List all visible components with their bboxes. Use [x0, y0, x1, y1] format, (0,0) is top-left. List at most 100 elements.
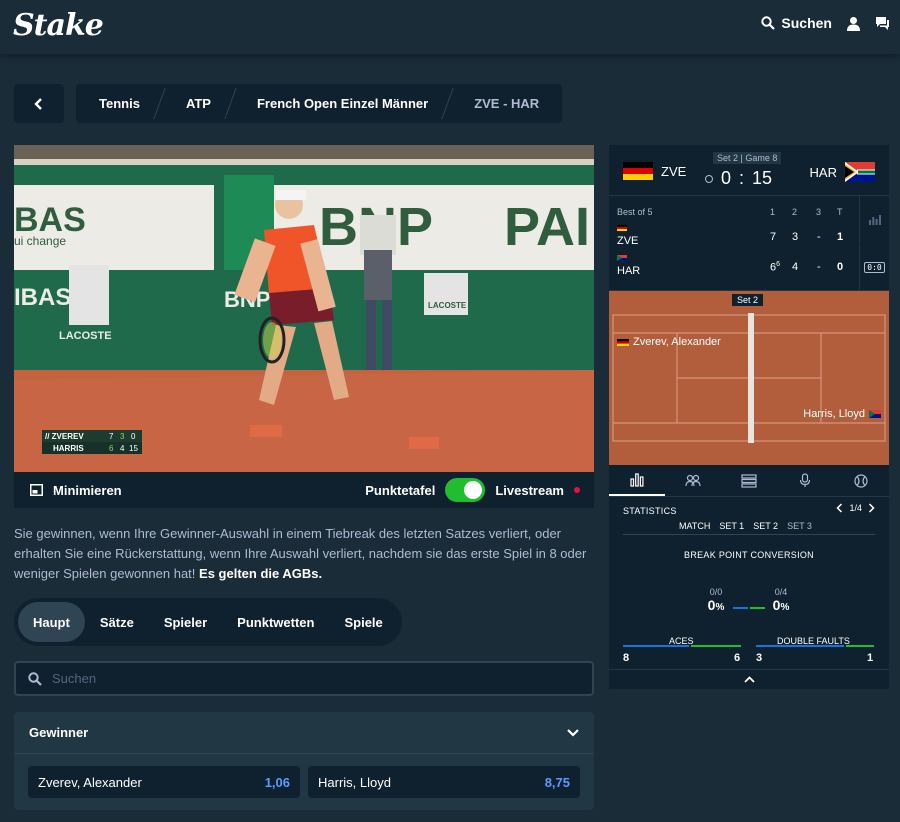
outcome-name: Harris, Lloyd	[318, 774, 391, 790]
tab-timeline[interactable]	[721, 465, 777, 496]
aces-home: 8	[623, 652, 630, 664]
away-set-1: 66	[770, 261, 780, 274]
statistics-icon	[630, 472, 644, 487]
south-africa-flag-icon	[845, 162, 875, 182]
bp-away: 0/4 0%	[766, 587, 796, 613]
tab-punktwetten[interactable]: Punktwetten	[222, 602, 329, 642]
chat-icon[interactable]	[875, 16, 890, 31]
team-away-name: HAR	[809, 164, 837, 180]
livestream-label[interactable]: Livestream	[495, 483, 564, 498]
scoreboard-widget: ZVE Set 2 | Game 8 0 : 15 HAR Best of 5 …	[609, 145, 889, 689]
team-home-name: ZVE	[661, 163, 687, 179]
market-outcomes: Zverev, Alexander 1,06 Harris, Lloyd 8,7…	[14, 754, 594, 810]
tab-lineups[interactable]	[665, 465, 721, 496]
break-point-conversion-title: BREAK POINT CONVERSION	[684, 550, 814, 560]
tennis-ball-icon	[854, 473, 868, 488]
tab-saetze[interactable]: Sätze	[85, 602, 149, 642]
scoreboard-label[interactable]: Punktetafel	[365, 483, 435, 498]
points-home: 0	[721, 168, 732, 188]
double-faults-away: 1	[867, 652, 874, 664]
minimize-label: Minimieren	[53, 482, 122, 498]
period-set-2[interactable]: SET 2	[753, 521, 778, 531]
breadcrumb-tournament[interactable]: French Open Einzel Männer	[234, 84, 451, 123]
top-bar: Stake Suchen	[0, 0, 900, 54]
bp-home-pct-sign: %	[715, 602, 725, 613]
outcome-odds: 1,06	[264, 774, 290, 790]
col-set-3: 3	[816, 207, 822, 217]
aces-home-bar	[623, 645, 689, 647]
tab-statistics[interactable]	[609, 465, 665, 496]
livestream-video[interactable]: BAS ui change BNP PAI IBAS BNP PARI LACO…	[14, 145, 594, 472]
df-away-bar	[846, 645, 874, 647]
stats-chart-button[interactable]	[859, 196, 889, 243]
back-button[interactable]	[14, 84, 64, 123]
outcome-button-harris[interactable]: Harris, Lloyd 8,75	[308, 766, 580, 798]
overlay-p2-pts: 15	[129, 444, 138, 453]
tab-commentary[interactable]	[777, 465, 833, 496]
bp-away-pct-sign: %	[780, 602, 790, 613]
tiebreak-button[interactable]: 0:0	[859, 244, 889, 291]
video-mode-controls: Punktetafel Livestream	[365, 478, 594, 502]
tab-haupt[interactable]: Haupt	[18, 602, 85, 642]
overlay-p2: HARRIS	[53, 444, 84, 453]
players-icon	[685, 474, 701, 488]
market-winner: Gewinner Zverev, Alexander 1,06 Harris, …	[14, 712, 594, 810]
search-icon	[761, 16, 776, 30]
search-button[interactable]: Suchen	[761, 15, 832, 31]
scoreboard-livestream-toggle[interactable]	[445, 478, 486, 502]
tab-spieler[interactable]: Spieler	[149, 602, 222, 642]
row-away-name: HAR	[617, 265, 641, 277]
search-placeholder: Suchen	[52, 671, 97, 686]
breadcrumb-atp[interactable]: ATP	[163, 84, 234, 123]
breadcrumb: Tennis ATP French Open Einzel Männer ZVE…	[76, 84, 563, 123]
team-home: ZVE	[623, 162, 686, 180]
outcome-button-zverev[interactable]: Zverev, Alexander 1,06	[28, 766, 300, 798]
bp-home-bar	[733, 607, 748, 609]
user-icon[interactable]	[846, 16, 861, 31]
market-tabs: Haupt Sätze Spieler Punktwetten Spiele	[14, 598, 402, 646]
points-away: 15	[752, 168, 773, 188]
court-player-away: Harris, Lloyd	[803, 408, 881, 420]
market-search-input[interactable]: Suchen	[14, 661, 594, 696]
court-set-label: Set 2	[732, 294, 764, 306]
serve-indicator-icon	[705, 174, 713, 183]
statistics-pager: 1/4	[836, 503, 875, 513]
col-set-1: 1	[770, 207, 776, 217]
divider	[623, 534, 875, 535]
court-player-home-name: Zverev, Alexander	[633, 336, 721, 348]
board-text-lacoste-right: LACOSTE	[428, 301, 467, 310]
promo-text: Sie gewinnen, wenn Ihre Gewinner-Auswahl…	[14, 524, 594, 584]
aces-away: 6	[734, 652, 741, 664]
bar-chart-icon	[868, 214, 881, 225]
bp-home-ratio: 0/0	[709, 587, 723, 597]
scoreboard-tabs	[609, 465, 889, 497]
period-set-1[interactable]: SET 1	[719, 521, 744, 531]
score-row-home: ZVE 7 3 - 1	[617, 223, 847, 249]
list-icon	[741, 473, 757, 488]
chevron-left-icon[interactable]	[836, 503, 843, 513]
court-player-away-name: Harris, Lloyd	[803, 408, 865, 420]
breadcrumb-tennis[interactable]: Tennis	[76, 84, 163, 123]
board-text-ibas: IBAS	[14, 284, 71, 311]
tab-spiele[interactable]: Spiele	[329, 602, 397, 642]
set-game-label: Set 2 | Game 8	[713, 152, 782, 164]
stake-logo[interactable]: Stake	[13, 8, 104, 43]
south-africa-flag-icon	[869, 410, 881, 418]
away-set-1-tiebreak: 6	[776, 261, 781, 268]
terms-link[interactable]: Es gelten die AGBs.	[199, 566, 322, 581]
period-match[interactable]: MATCH	[679, 521, 710, 531]
tab-tennis-ball[interactable]	[833, 465, 889, 496]
minimize-icon	[30, 484, 43, 496]
germany-flag-icon	[623, 162, 653, 180]
period-set-3[interactable]: SET 3	[787, 521, 812, 531]
minimize-button[interactable]: Minimieren	[14, 483, 122, 498]
bp-away-bar	[750, 607, 765, 609]
away-set-2: 4	[792, 261, 799, 273]
scoreboard-header: ZVE Set 2 | Game 8 0 : 15 HAR	[609, 145, 889, 196]
overlay-p1-pts: 0	[131, 432, 136, 441]
collapse-scoreboard-button[interactable]	[609, 669, 889, 689]
home-total: 1	[837, 231, 844, 243]
market-header[interactable]: Gewinner	[14, 712, 594, 754]
chevron-right-icon[interactable]	[868, 503, 875, 513]
home-set-3: -	[817, 231, 821, 243]
